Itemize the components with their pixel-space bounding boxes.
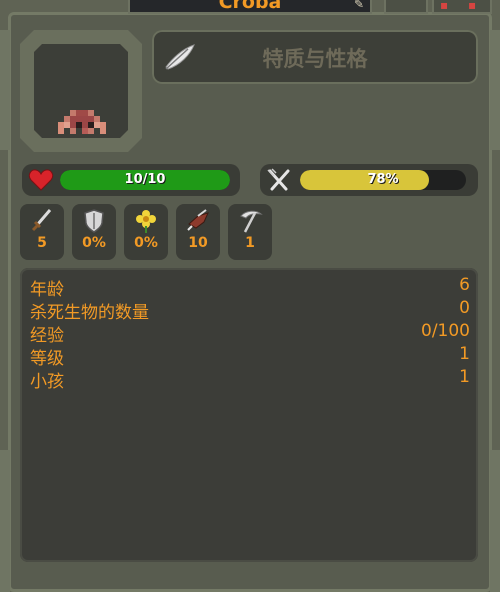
frame-ledge-right-top — [490, 30, 500, 150]
health-value: 10/10 — [124, 172, 166, 187]
info-value: 1 — [459, 344, 470, 364]
stat-armor[interactable]: 0% — [72, 204, 116, 260]
shield-icon — [84, 209, 104, 233]
info-row-level: 等级 1 — [30, 344, 470, 369]
traits-button[interactable]: 特质与性格 — [152, 30, 478, 84]
heart-icon — [28, 169, 54, 191]
bird-icon — [187, 209, 209, 231]
info-row-age: 年龄 6 — [30, 275, 470, 300]
food-bar: 78% — [260, 164, 478, 196]
stat-value: 5 — [37, 235, 47, 251]
sword-icon — [31, 209, 52, 232]
stat-value: 0% — [134, 235, 158, 251]
info-value: 1 — [459, 367, 470, 387]
close-icon: ▪ — [468, 0, 477, 12]
info-row-kills: 杀死生物的数量 0 — [30, 298, 470, 323]
health-bar: 10/10 — [22, 164, 240, 196]
info-key: 杀死生物的数量 — [30, 303, 149, 323]
stat-crit[interactable]: 0% — [124, 204, 168, 260]
info-value: 0 — [459, 298, 470, 318]
info-key: 等级 — [30, 349, 64, 369]
close-button[interactable]: ▪ ▪ — [432, 0, 492, 14]
crab-sprite — [58, 110, 106, 134]
frame-ledge-left — [0, 450, 10, 592]
stat-value: 1 — [245, 235, 255, 251]
stat-speed[interactable]: 10 — [176, 204, 220, 260]
edit-icon[interactable]: ✎ — [354, 0, 364, 11]
food-track: 78% — [300, 170, 466, 190]
flower-icon — [136, 210, 156, 233]
info-panel: 年龄 6 杀死生物的数量 0 经验 0/100 等级 1 小孩 1 — [20, 268, 478, 562]
creature-name: Croba — [218, 0, 282, 13]
fork-knife-icon — [267, 168, 290, 191]
info-key: 经验 — [30, 326, 64, 346]
frame-ledge-left-top — [0, 30, 10, 150]
portrait-frame — [20, 30, 142, 152]
name-bar[interactable]: Croba ✎ — [128, 0, 372, 14]
info-row-children: 小孩 1 — [30, 367, 470, 392]
food-value: 78% — [367, 172, 399, 187]
info-value: 0/100 — [421, 321, 470, 341]
info-key: 年龄 — [30, 280, 64, 300]
close-icon: ▪ — [440, 0, 449, 12]
stat-value: 0% — [82, 235, 106, 251]
info-value: 6 — [459, 275, 470, 295]
health-track: 10/10 — [60, 170, 230, 190]
portrait[interactable] — [34, 44, 128, 138]
stat-harvest[interactable]: 1 — [228, 204, 272, 260]
info-row-experience: 经验 0/100 — [30, 321, 470, 346]
stat-damage[interactable]: 5 — [20, 204, 64, 260]
traits-button-label: 特质与性格 — [262, 47, 368, 71]
scythe-icon — [240, 210, 263, 233]
stat-value: 10 — [188, 235, 208, 251]
window-button-left[interactable] — [384, 0, 428, 14]
info-key: 小孩 — [30, 372, 64, 392]
frame-ledge-right — [490, 450, 500, 592]
